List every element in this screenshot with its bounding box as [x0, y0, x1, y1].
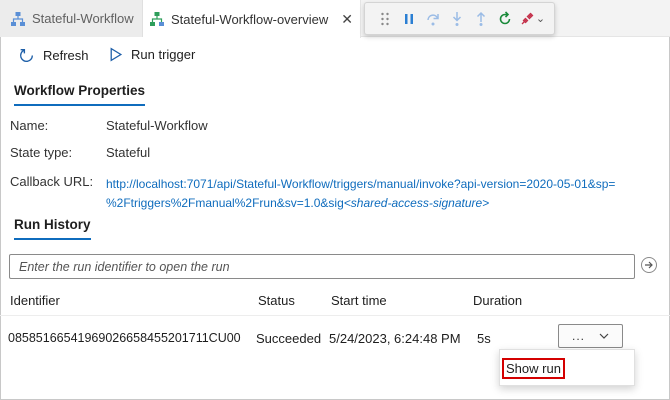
- go-arrow-icon[interactable]: [641, 257, 657, 273]
- section-underline: [14, 238, 91, 240]
- tab-bar: Stateful-Workflow Stateful-Workflow-over…: [0, 0, 670, 38]
- run-identifier-link[interactable]: 08585166541969026658455201711CU00: [8, 331, 241, 345]
- step-over-icon[interactable]: [421, 7, 445, 31]
- callback-url-link[interactable]: http://localhost:7071/api/Stateful-Workf…: [106, 175, 615, 213]
- tab-stateful-workflow[interactable]: Stateful-Workflow: [0, 0, 143, 37]
- tab-stateful-workflow-overview[interactable]: Stateful-Workflow-overview ✕: [143, 0, 361, 38]
- play-icon: [110, 47, 123, 62]
- chevron-down-icon: [599, 333, 609, 339]
- run-start-time: 5/24/2023, 6:24:48 PM: [329, 331, 461, 346]
- callback-url-line2: %2Ftriggers%2Fmanual%2Frun&sv=1.0&sig<sh…: [106, 194, 615, 213]
- run-identifier-placeholder: Enter the run identifier to open the run: [19, 259, 230, 274]
- run-trigger-button[interactable]: Run trigger: [108, 47, 195, 62]
- workflow-icon: [149, 11, 165, 27]
- section-title-text: Run History: [14, 217, 91, 232]
- refresh-icon: [20, 48, 34, 63]
- run-identifier-input[interactable]: Enter the run identifier to open the run: [9, 254, 635, 279]
- show-run-menu-item[interactable]: Show run: [502, 358, 565, 379]
- debug-toolbar: ⌄: [364, 2, 555, 35]
- more-actions-button[interactable]: ...: [558, 324, 623, 348]
- drag-handle-icon[interactable]: [373, 7, 397, 31]
- section-underline: [14, 104, 146, 106]
- more-actions-menu: Show run: [499, 349, 635, 386]
- workflow-properties-title: Workflow Properties: [14, 83, 146, 106]
- run-status: Succeeded: [256, 331, 322, 346]
- restart-icon[interactable]: [493, 7, 517, 31]
- callback-url-signature: <shared-access-signature>: [343, 196, 490, 210]
- header-divider: [0, 315, 670, 316]
- refresh-button[interactable]: Refresh: [18, 47, 89, 64]
- pause-icon[interactable]: [397, 7, 421, 31]
- callback-url-line1: http://localhost:7071/api/Stateful-Workf…: [106, 177, 616, 191]
- name-label: Name:: [10, 118, 49, 133]
- tab-label: Stateful-Workflow-overview: [171, 11, 329, 27]
- workflow-icon: [10, 11, 26, 27]
- column-header-identifier: Identifier: [10, 293, 60, 308]
- column-header-duration: Duration: [473, 293, 523, 308]
- disconnect-icon[interactable]: ⌄: [517, 7, 547, 31]
- command-toolbar: Refresh Run trigger: [0, 37, 670, 77]
- column-header-status: Status: [258, 293, 295, 308]
- chevron-down-icon[interactable]: ⌄: [536, 12, 545, 25]
- callback-url-text: %2Ftriggers%2Fmanual%2Frun&sv=1.0&sig: [106, 196, 344, 210]
- state-type-value: Stateful: [106, 145, 151, 160]
- more-label: ...: [571, 329, 585, 343]
- refresh-label: Refresh: [43, 48, 89, 63]
- state-type-label: State type:: [10, 145, 73, 160]
- step-out-icon[interactable]: [469, 7, 493, 31]
- run-duration: 5s: [477, 331, 491, 346]
- name-value: Stateful-Workflow: [106, 118, 208, 133]
- tab-label: Stateful-Workflow: [32, 11, 134, 26]
- step-into-icon[interactable]: [445, 7, 469, 31]
- column-header-start-time: Start time: [331, 293, 387, 308]
- run-history-title: Run History: [14, 217, 91, 240]
- run-trigger-label: Run trigger: [131, 47, 196, 62]
- section-title-text: Workflow Properties: [14, 83, 146, 98]
- close-icon[interactable]: ✕: [341, 11, 353, 28]
- callback-url-label: Callback URL:: [10, 174, 94, 189]
